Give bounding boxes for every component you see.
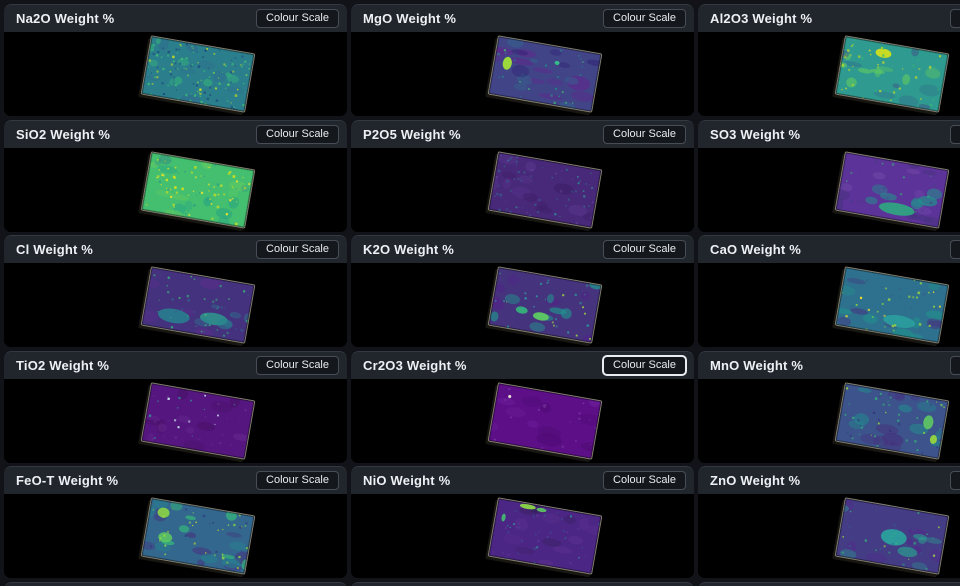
- colour-scale-button[interactable]: Colour Scale: [950, 125, 960, 144]
- element-map-panel: NiO Weight % Colour Scale: [351, 466, 694, 578]
- map-canvas[interactable]: [4, 379, 347, 463]
- map-canvas[interactable]: [4, 148, 347, 232]
- sample-map: [488, 151, 603, 228]
- sample-map: [141, 497, 256, 574]
- colour-scale-button[interactable]: Colour Scale: [256, 125, 339, 144]
- sample-map: [488, 497, 603, 574]
- element-map-panel: MgO Weight % Colour Scale: [351, 4, 694, 116]
- sample-map: [835, 382, 950, 459]
- sample-map: [835, 151, 950, 228]
- panel-header: FeO-T Weight % Colour Scale: [4, 466, 347, 494]
- map-canvas[interactable]: [4, 32, 347, 116]
- element-map-panel: MnO Weight % Colour Scale: [698, 351, 960, 463]
- panel-title: Cr2O3 Weight %: [363, 358, 467, 373]
- element-map-panel: ZnO Weight % Colour Scale: [698, 466, 960, 578]
- colour-scale-button[interactable]: Colour Scale: [603, 356, 686, 375]
- element-map-panel: SO3 Weight % Colour Scale: [698, 120, 960, 232]
- sample-map: [141, 266, 256, 343]
- panel-header: SO3 Weight % Colour Scale: [698, 120, 960, 148]
- sample-map: [488, 35, 603, 112]
- element-map-panel: Cr2O3 Weight % Colour Scale: [351, 351, 694, 463]
- map-canvas[interactable]: [698, 263, 960, 347]
- panel-title: FeO-T Weight %: [16, 473, 118, 488]
- map-canvas[interactable]: [351, 379, 694, 463]
- panel-header: SiO2 Weight % Colour Scale: [4, 120, 347, 148]
- panel-header: K2O Weight % Colour Scale: [351, 235, 694, 263]
- map-canvas[interactable]: [351, 148, 694, 232]
- element-map-panel: P2O5 Weight % Colour Scale: [351, 120, 694, 232]
- sample-map: [488, 266, 603, 343]
- colour-scale-button[interactable]: Colour Scale: [256, 356, 339, 375]
- colour-scale-button[interactable]: Colour Scale: [950, 356, 960, 375]
- panel-header: Cr2O3 Weight % Colour Scale: [351, 351, 694, 379]
- element-map-panel: Al2O3 Weight % Colour Scale: [698, 4, 960, 116]
- map-canvas[interactable]: [351, 32, 694, 116]
- map-canvas[interactable]: [351, 263, 694, 347]
- partial-panel: [351, 582, 694, 586]
- sample-map: [835, 266, 950, 343]
- panel-title: NiO Weight %: [363, 473, 450, 488]
- partial-panel: [4, 582, 347, 586]
- panel-header: CaO Weight % Colour Scale: [698, 235, 960, 263]
- colour-scale-button[interactable]: Colour Scale: [256, 240, 339, 259]
- map-canvas[interactable]: [4, 494, 347, 578]
- element-map-panel: FeO-T Weight % Colour Scale: [4, 466, 347, 578]
- panel-title: CaO Weight %: [710, 242, 801, 257]
- colour-scale-button[interactable]: Colour Scale: [950, 471, 960, 490]
- panel-title: Na2O Weight %: [16, 11, 114, 26]
- map-canvas[interactable]: [698, 379, 960, 463]
- partial-panel: [698, 582, 960, 586]
- panel-header: Al2O3 Weight % Colour Scale: [698, 4, 960, 32]
- panel-title: ZnO Weight %: [710, 473, 800, 488]
- panel-title: MnO Weight %: [710, 358, 803, 373]
- panel-title: TiO2 Weight %: [16, 358, 109, 373]
- panel-title: SiO2 Weight %: [16, 127, 110, 142]
- colour-scale-button[interactable]: Colour Scale: [950, 9, 960, 28]
- map-canvas[interactable]: [698, 32, 960, 116]
- panel-header: MnO Weight % Colour Scale: [698, 351, 960, 379]
- element-map-panel: Cl Weight % Colour Scale: [4, 235, 347, 347]
- sample-map: [141, 35, 256, 112]
- panel-title: SO3 Weight %: [710, 127, 800, 142]
- map-canvas[interactable]: [698, 494, 960, 578]
- colour-scale-button[interactable]: Colour Scale: [603, 9, 686, 28]
- panel-title: P2O5 Weight %: [363, 127, 461, 142]
- panel-title: K2O Weight %: [363, 242, 454, 257]
- partial-panel-header: [4, 582, 347, 586]
- panel-title: Al2O3 Weight %: [710, 11, 812, 26]
- sample-map: [488, 382, 603, 459]
- panel-header: TiO2 Weight % Colour Scale: [4, 351, 347, 379]
- element-map-panel: Na2O Weight % Colour Scale: [4, 4, 347, 116]
- element-maps-grid: Na2O Weight % Colour Scale MgO Weight % …: [4, 4, 960, 586]
- sample-map: [141, 151, 256, 228]
- colour-scale-button[interactable]: Colour Scale: [603, 125, 686, 144]
- element-map-panel: K2O Weight % Colour Scale: [351, 235, 694, 347]
- panel-header: P2O5 Weight % Colour Scale: [351, 120, 694, 148]
- panel-title: Cl Weight %: [16, 242, 93, 257]
- map-canvas[interactable]: [698, 148, 960, 232]
- panel-header: MgO Weight % Colour Scale: [351, 4, 694, 32]
- panel-header: NiO Weight % Colour Scale: [351, 466, 694, 494]
- panel-header: Cl Weight % Colour Scale: [4, 235, 347, 263]
- colour-scale-button[interactable]: Colour Scale: [256, 9, 339, 28]
- map-canvas[interactable]: [351, 494, 694, 578]
- element-map-panel: TiO2 Weight % Colour Scale: [4, 351, 347, 463]
- panel-title: MgO Weight %: [363, 11, 456, 26]
- colour-scale-button[interactable]: Colour Scale: [603, 471, 686, 490]
- sample-map: [835, 497, 950, 574]
- sample-map: [835, 35, 950, 112]
- partial-panel-header: [698, 582, 960, 586]
- sample-map: [141, 382, 256, 459]
- element-map-panel: CaO Weight % Colour Scale: [698, 235, 960, 347]
- panel-header: Na2O Weight % Colour Scale: [4, 4, 347, 32]
- map-canvas[interactable]: [4, 263, 347, 347]
- colour-scale-button[interactable]: Colour Scale: [256, 471, 339, 490]
- element-map-panel: SiO2 Weight % Colour Scale: [4, 120, 347, 232]
- colour-scale-button[interactable]: Colour Scale: [950, 240, 960, 259]
- element-maps-viewport: Na2O Weight % Colour Scale MgO Weight % …: [0, 0, 960, 586]
- colour-scale-button[interactable]: Colour Scale: [603, 240, 686, 259]
- partial-panel-header: [351, 582, 694, 586]
- panel-header: ZnO Weight % Colour Scale: [698, 466, 960, 494]
